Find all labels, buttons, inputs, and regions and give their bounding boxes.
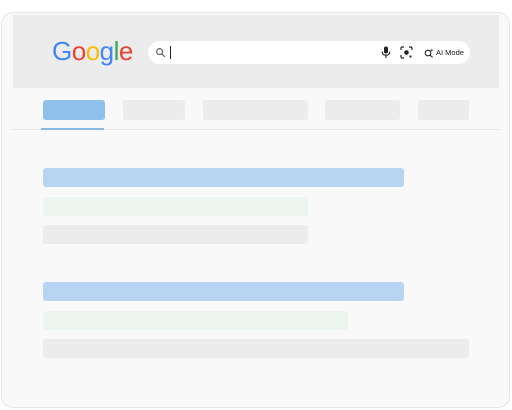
tab-5[interactable] bbox=[418, 100, 469, 120]
active-tab-indicator bbox=[41, 128, 104, 130]
tab-2[interactable] bbox=[123, 100, 185, 120]
result-2-title[interactable] bbox=[43, 282, 404, 301]
tab-3[interactable] bbox=[203, 100, 308, 120]
logo-letter-e: e bbox=[118, 36, 133, 66]
search-input[interactable] bbox=[170, 46, 171, 59]
logo-letter-o1: o bbox=[71, 36, 86, 66]
search-bar[interactable]: AI Mode bbox=[148, 41, 470, 64]
result-2-snippet bbox=[43, 339, 469, 358]
ai-mode-label: AI Mode bbox=[436, 48, 464, 57]
result-2-url bbox=[43, 311, 348, 330]
logo-letter-g1: G bbox=[52, 36, 72, 66]
logo-letter-g2: g bbox=[99, 36, 114, 66]
tab-all[interactable] bbox=[43, 100, 105, 120]
lens-icon[interactable] bbox=[400, 46, 413, 59]
mic-icon[interactable] bbox=[381, 46, 391, 59]
search-icon bbox=[156, 48, 166, 58]
google-logo[interactable]: Google bbox=[52, 36, 133, 66]
tab-4[interactable] bbox=[325, 100, 400, 120]
logo-letter-o2: o bbox=[85, 36, 100, 66]
ai-mode-icon bbox=[424, 48, 434, 58]
result-1-title[interactable] bbox=[43, 168, 404, 187]
result-1-snippet bbox=[43, 225, 308, 244]
ai-mode-button[interactable]: AI Mode bbox=[424, 45, 464, 60]
result-1-url bbox=[43, 197, 308, 216]
